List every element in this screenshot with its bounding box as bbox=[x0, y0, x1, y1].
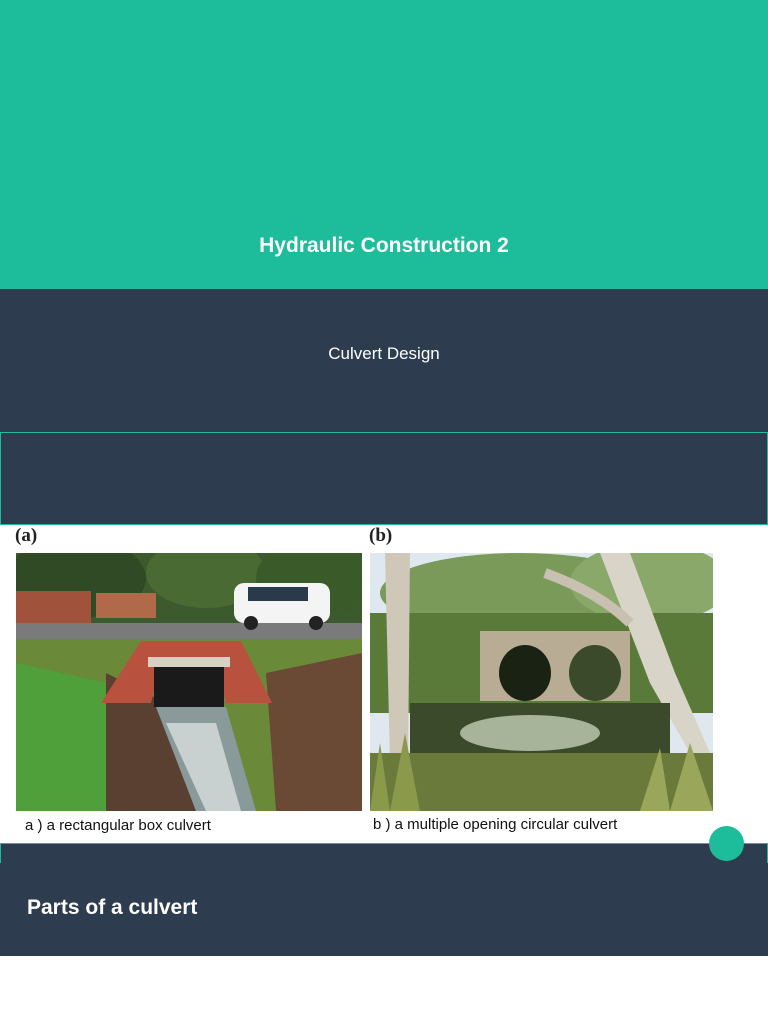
figure-b-label: (b) bbox=[369, 525, 393, 546]
figure-b-caption: b ) a multiple opening circular culvert bbox=[373, 816, 618, 833]
box-culvert-photo bbox=[16, 553, 362, 811]
figure-a-caption: a ) a rectangular box culvert bbox=[25, 817, 211, 834]
page-subtitle: Culvert Design bbox=[328, 344, 440, 363]
divider-band bbox=[0, 843, 768, 864]
circular-culvert-photo bbox=[370, 553, 713, 811]
empty-content-band bbox=[0, 432, 768, 525]
figure-a-label: (a) bbox=[15, 525, 38, 546]
section-title: Parts of a culvert bbox=[27, 896, 198, 919]
accent-dot bbox=[709, 826, 744, 861]
page-title: Hydraulic Construction 2 bbox=[259, 234, 509, 257]
